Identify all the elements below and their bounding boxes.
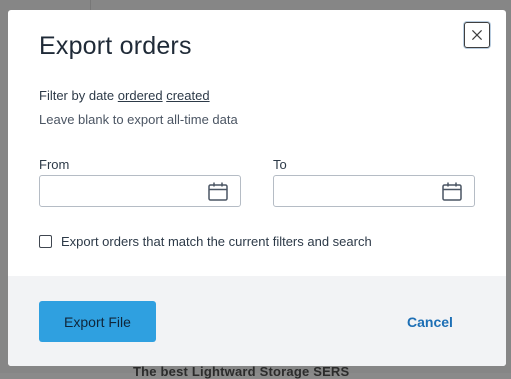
filter-prefix: Filter by date [39, 88, 115, 103]
match-filters-checkbox[interactable] [39, 235, 52, 248]
date-hint: Leave blank to export all-time data [39, 112, 238, 127]
date-filter-line: Filter by date ordered created [39, 88, 210, 103]
calendar-icon[interactable] [208, 182, 228, 201]
from-date-input[interactable] [40, 176, 216, 206]
export-orders-dialog: Export orders Filter by date ordered cre… [8, 10, 506, 366]
filter-ordered-link[interactable]: ordered [118, 88, 163, 103]
cancel-button[interactable]: Cancel [407, 314, 453, 330]
to-date-field [273, 175, 475, 207]
to-date-input[interactable] [274, 176, 450, 206]
calendar-icon[interactable] [442, 182, 462, 201]
match-filters-label[interactable]: Export orders that match the current fil… [61, 234, 372, 249]
from-label: From [39, 157, 70, 172]
dialog-title: Export orders [39, 32, 192, 60]
match-filters-option[interactable]: Export orders that match the current fil… [39, 234, 372, 249]
background-text: The best Lightward Storage SERS [133, 364, 350, 379]
to-label: To [273, 157, 287, 172]
export-file-button[interactable]: Export File [39, 301, 156, 342]
background-divider [90, 0, 91, 10]
dialog-footer: Export File Cancel [8, 276, 506, 366]
close-icon [472, 30, 482, 40]
filter-created-link[interactable]: created [166, 88, 209, 103]
from-date-field [39, 175, 241, 207]
close-button[interactable] [464, 22, 490, 48]
